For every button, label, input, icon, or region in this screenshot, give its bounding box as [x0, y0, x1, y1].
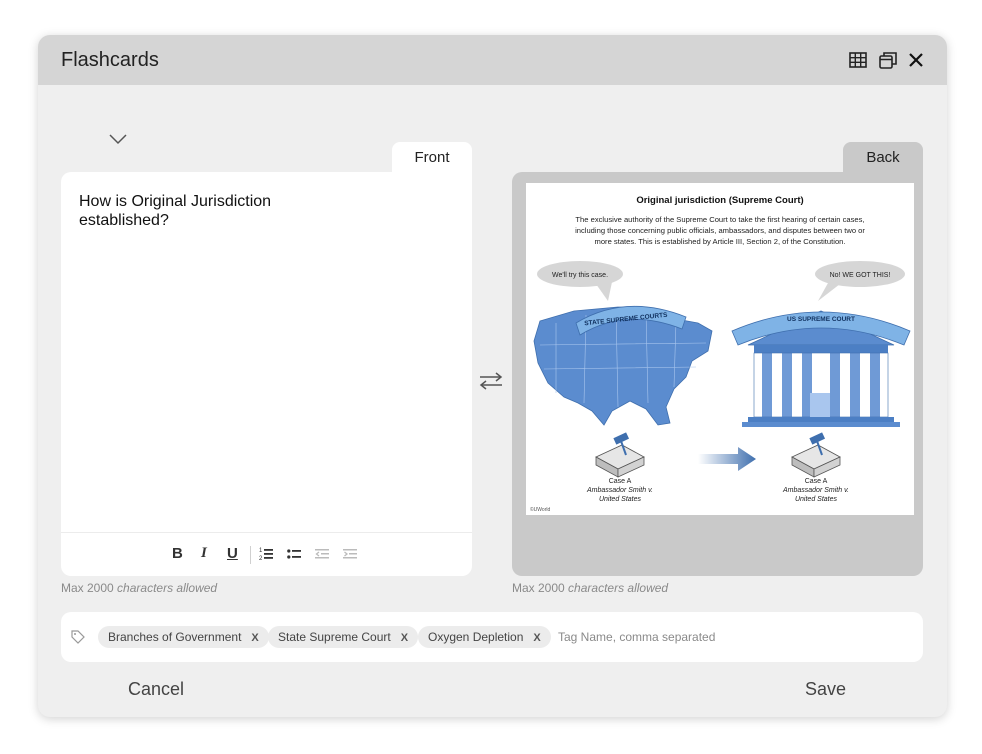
svg-text:1: 1 — [259, 548, 263, 554]
svg-text:US SUPREME COURT: US SUPREME COURT — [787, 316, 855, 323]
svg-text:United States: United States — [599, 496, 642, 503]
tab-front[interactable]: Front — [392, 142, 472, 174]
illustration-desc-line: more states. This is established by Arti… — [595, 237, 846, 246]
svg-text:Case A: Case A — [805, 478, 828, 485]
popout-window-icon[interactable] — [878, 50, 898, 70]
bullet-list-icon[interactable] — [287, 546, 301, 562]
remove-tag-button[interactable]: X — [401, 632, 408, 644]
svg-text:Ambassador Smith v.: Ambassador Smith v. — [782, 487, 849, 494]
tag-input[interactable] — [558, 626, 898, 648]
tag-label: Oxygen Depletion — [428, 630, 524, 644]
tag-chip: Oxygen Depletion X — [418, 626, 551, 648]
svg-text:We'll try this case.: We'll try this case. — [552, 272, 608, 279]
chevron-down-icon[interactable] — [108, 132, 128, 146]
bold-button[interactable]: B — [172, 545, 183, 562]
arrow-right-icon — [698, 447, 756, 471]
outdent-icon[interactable] — [315, 546, 329, 562]
close-icon[interactable] — [906, 50, 926, 70]
modal-title: Flashcards — [61, 49, 159, 71]
tag-label: State Supreme Court — [278, 630, 391, 644]
us-map-icon: STATE SUPREME COURTS — [533, 305, 713, 426]
grid-icon[interactable] — [848, 50, 868, 70]
save-button[interactable]: Save — [805, 679, 846, 700]
toolbar-divider — [250, 546, 251, 564]
svg-text:2: 2 — [259, 556, 263, 562]
underline-button[interactable]: U — [227, 545, 238, 562]
formatting-toolbar: B I U 12 — [61, 532, 472, 576]
speech-bubble-left: We'll try this case. — [537, 261, 623, 301]
svg-text:Case A: Case A — [609, 478, 632, 485]
speech-bubble-right: No! WE GOT THIS! — [815, 261, 905, 301]
tag-chip: State Supreme Court X — [268, 626, 419, 648]
indent-icon[interactable] — [343, 546, 357, 562]
illustration-desc-line: The exclusive authority of the Supreme C… — [575, 215, 864, 224]
back-card-image: Original jurisdiction (Supreme Court) Th… — [526, 183, 914, 515]
image-credit: ©UWorld — [530, 506, 550, 513]
back-char-limit: Max 2000 characters allowed — [512, 581, 669, 595]
jurisdiction-illustration: Original jurisdiction (Supreme Court) Th… — [530, 195, 911, 513]
italic-button[interactable]: I — [201, 545, 207, 562]
front-card-text[interactable]: How is Original Jurisdiction established… — [79, 192, 339, 230]
remove-tag-button[interactable]: X — [533, 632, 540, 644]
ordered-list-icon[interactable]: 12 — [259, 546, 273, 562]
illustration-title: Original jurisdiction (Supreme Court) — [636, 195, 803, 206]
supreme-court-building-icon: US SUPREME COURT — [731, 310, 911, 427]
flashcards-modal: Flashcards Front Back How is Original Ju… — [38, 35, 947, 717]
tag-bar: Branches of Government X State Supreme Co… — [61, 612, 923, 662]
cancel-button[interactable]: Cancel — [128, 679, 184, 700]
swap-sides-icon[interactable] — [478, 371, 504, 391]
modal-header: Flashcards — [38, 35, 947, 85]
back-editor[interactable]: Original jurisdiction (Supreme Court) Th… — [512, 172, 923, 576]
front-editor[interactable]: How is Original Jurisdiction established… — [61, 172, 472, 576]
illustration-desc-line: including those concerning public offici… — [575, 226, 865, 235]
svg-text:No! WE GOT THIS!: No! WE GOT THIS! — [830, 272, 891, 279]
gavel-left-icon — [595, 432, 645, 478]
tab-back[interactable]: Back — [843, 142, 923, 174]
tag-label: Branches of Government — [108, 630, 242, 644]
tag-chip: Branches of Government X — [98, 626, 269, 648]
gavel-right-icon — [791, 432, 841, 478]
svg-text:Ambassador Smith v.: Ambassador Smith v. — [586, 487, 653, 494]
remove-tag-button[interactable]: X — [251, 632, 258, 644]
tag-icon — [70, 629, 86, 645]
front-char-limit: Max 2000 characters allowed — [61, 581, 218, 595]
svg-text:United States: United States — [795, 496, 838, 503]
